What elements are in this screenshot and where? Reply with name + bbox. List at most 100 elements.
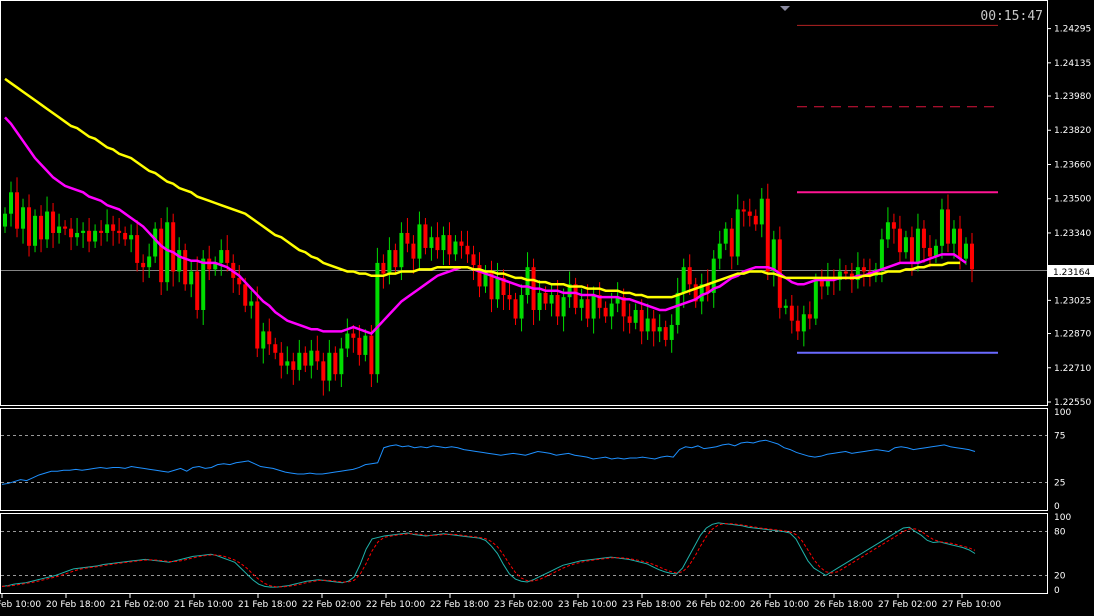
bull-candle-body — [675, 292, 680, 325]
bear-candle-body — [795, 320, 800, 332]
bear-candle-body — [369, 335, 374, 375]
bull-candle-body — [345, 333, 350, 349]
bull-candle-body — [189, 271, 194, 285]
bull-candle-body — [441, 235, 446, 251]
bull-candle-body — [201, 258, 206, 310]
bear-candle-body — [663, 327, 668, 340]
bull-candle-body — [363, 335, 368, 355]
bear-candle-body — [471, 254, 476, 266]
rsi-tick-label: 25 — [1054, 479, 1065, 489]
chart-background — [0, 0, 1094, 616]
bull-candle-body — [537, 292, 542, 310]
bull-candle-body — [285, 361, 290, 366]
bear-candle-body — [843, 271, 848, 274]
bear-candle-body — [573, 284, 578, 308]
bear-candle-body — [183, 250, 188, 285]
bull-candle-body — [33, 215, 38, 246]
time-tick-label: 20 Feb 18:00 — [46, 600, 105, 610]
time-tick-label: 20 Feb 10:00 — [0, 600, 41, 610]
bull-candle-body — [879, 239, 884, 270]
bear-candle-body — [927, 247, 932, 257]
time-tick-label: 27 Feb 10:00 — [942, 600, 1001, 610]
bull-candle-body — [717, 243, 722, 259]
bull-candle-body — [951, 228, 956, 244]
bull-candle-body — [75, 232, 80, 238]
price-tick-label: 1.23500 — [1054, 195, 1091, 205]
stoch-tick-label: 20 — [1054, 571, 1066, 581]
bear-candle-body — [687, 267, 692, 285]
bull-candle-body — [45, 211, 50, 240]
bear-candle-body — [15, 192, 20, 229]
bear-candle-body — [543, 292, 548, 304]
bear-candle-body — [891, 222, 896, 229]
bull-candle-body — [387, 250, 392, 274]
bull-candle-body — [219, 250, 224, 263]
time-tick-label: 23 Feb 18:00 — [622, 600, 681, 610]
bull-candle-body — [105, 224, 110, 233]
bear-candle-body — [171, 222, 176, 272]
bull-candle-body — [723, 228, 728, 244]
rsi-tick-label: 0 — [1054, 502, 1060, 512]
bull-candle-body — [963, 243, 968, 259]
bar-timer: 00:15:47 — [980, 9, 1043, 24]
bear-candle-body — [357, 337, 362, 355]
bull-candle-body — [81, 230, 86, 233]
bear-candle-body — [279, 352, 284, 366]
bull-candle-body — [9, 192, 14, 214]
bull-candle-body — [657, 327, 662, 332]
bear-candle-body — [87, 230, 92, 242]
bear-candle-body — [51, 211, 56, 233]
time-tick-label: 21 Feb 02:00 — [110, 600, 169, 610]
bull-candle-body — [735, 209, 740, 257]
bull-candle-body — [633, 309, 638, 323]
bear-candle-body — [159, 228, 164, 283]
bear-candle-body — [585, 299, 590, 319]
current-price-label: 1.23164 — [1048, 265, 1094, 278]
bull-candle-body — [579, 299, 584, 308]
bear-candle-body — [273, 344, 278, 353]
bear-candle-body — [807, 314, 812, 319]
bear-candle-body — [555, 295, 560, 317]
price-tick-label: 1.22710 — [1054, 364, 1091, 374]
bull-candle-body — [417, 224, 422, 259]
bear-candle-body — [69, 228, 74, 238]
bear-candle-body — [465, 245, 470, 255]
bear-candle-body — [315, 350, 320, 362]
bear-candle-body — [243, 284, 248, 306]
price-tick-label: 1.24135 — [1054, 59, 1091, 69]
bear-candle-body — [267, 331, 272, 345]
bear-candle-body — [291, 361, 296, 370]
bear-candle-body — [123, 232, 128, 240]
bear-candle-body — [393, 250, 398, 268]
rsi-tick-label: 100 — [1054, 408, 1071, 418]
bear-candle-body — [255, 301, 260, 349]
bull-candle-body — [309, 350, 314, 366]
bull-candle-body — [93, 230, 98, 242]
bear-candle-body — [225, 250, 230, 263]
time-tick-label: 23 Feb 10:00 — [558, 600, 617, 610]
bear-candle-body — [99, 230, 104, 233]
bull-candle-body — [813, 280, 818, 319]
bull-candle-body — [759, 198, 764, 225]
price-tick-label: 1.23820 — [1054, 126, 1091, 136]
bear-candle-body — [135, 235, 140, 263]
bull-candle-body — [177, 250, 182, 272]
stoch-tick-label: 0 — [1054, 586, 1060, 596]
bull-candle-body — [801, 314, 806, 332]
time-tick-label: 21 Feb 10:00 — [174, 600, 233, 610]
time-tick-label: 22 Feb 10:00 — [366, 600, 425, 610]
bear-candle-body — [747, 211, 752, 216]
bull-candle-body — [147, 256, 152, 268]
time-tick-label: 26 Feb 10:00 — [750, 600, 809, 610]
bear-candle-body — [435, 237, 440, 251]
bull-candle-body — [165, 222, 170, 283]
bull-candle-body — [903, 237, 908, 253]
bear-candle-body — [897, 228, 902, 253]
time-tick-label: 26 Feb 18:00 — [814, 600, 873, 610]
bear-candle-body — [63, 226, 68, 229]
bull-candle-body — [681, 267, 686, 293]
price-tick-label: 1.23660 — [1054, 160, 1091, 170]
trading-chart[interactable]: 1.24295 1.24135 1.23980 1.23820 1.23660 1.235… — [0, 0, 1094, 616]
bull-candle-body — [645, 318, 650, 332]
stoch-tick-label: 80 — [1054, 528, 1066, 538]
